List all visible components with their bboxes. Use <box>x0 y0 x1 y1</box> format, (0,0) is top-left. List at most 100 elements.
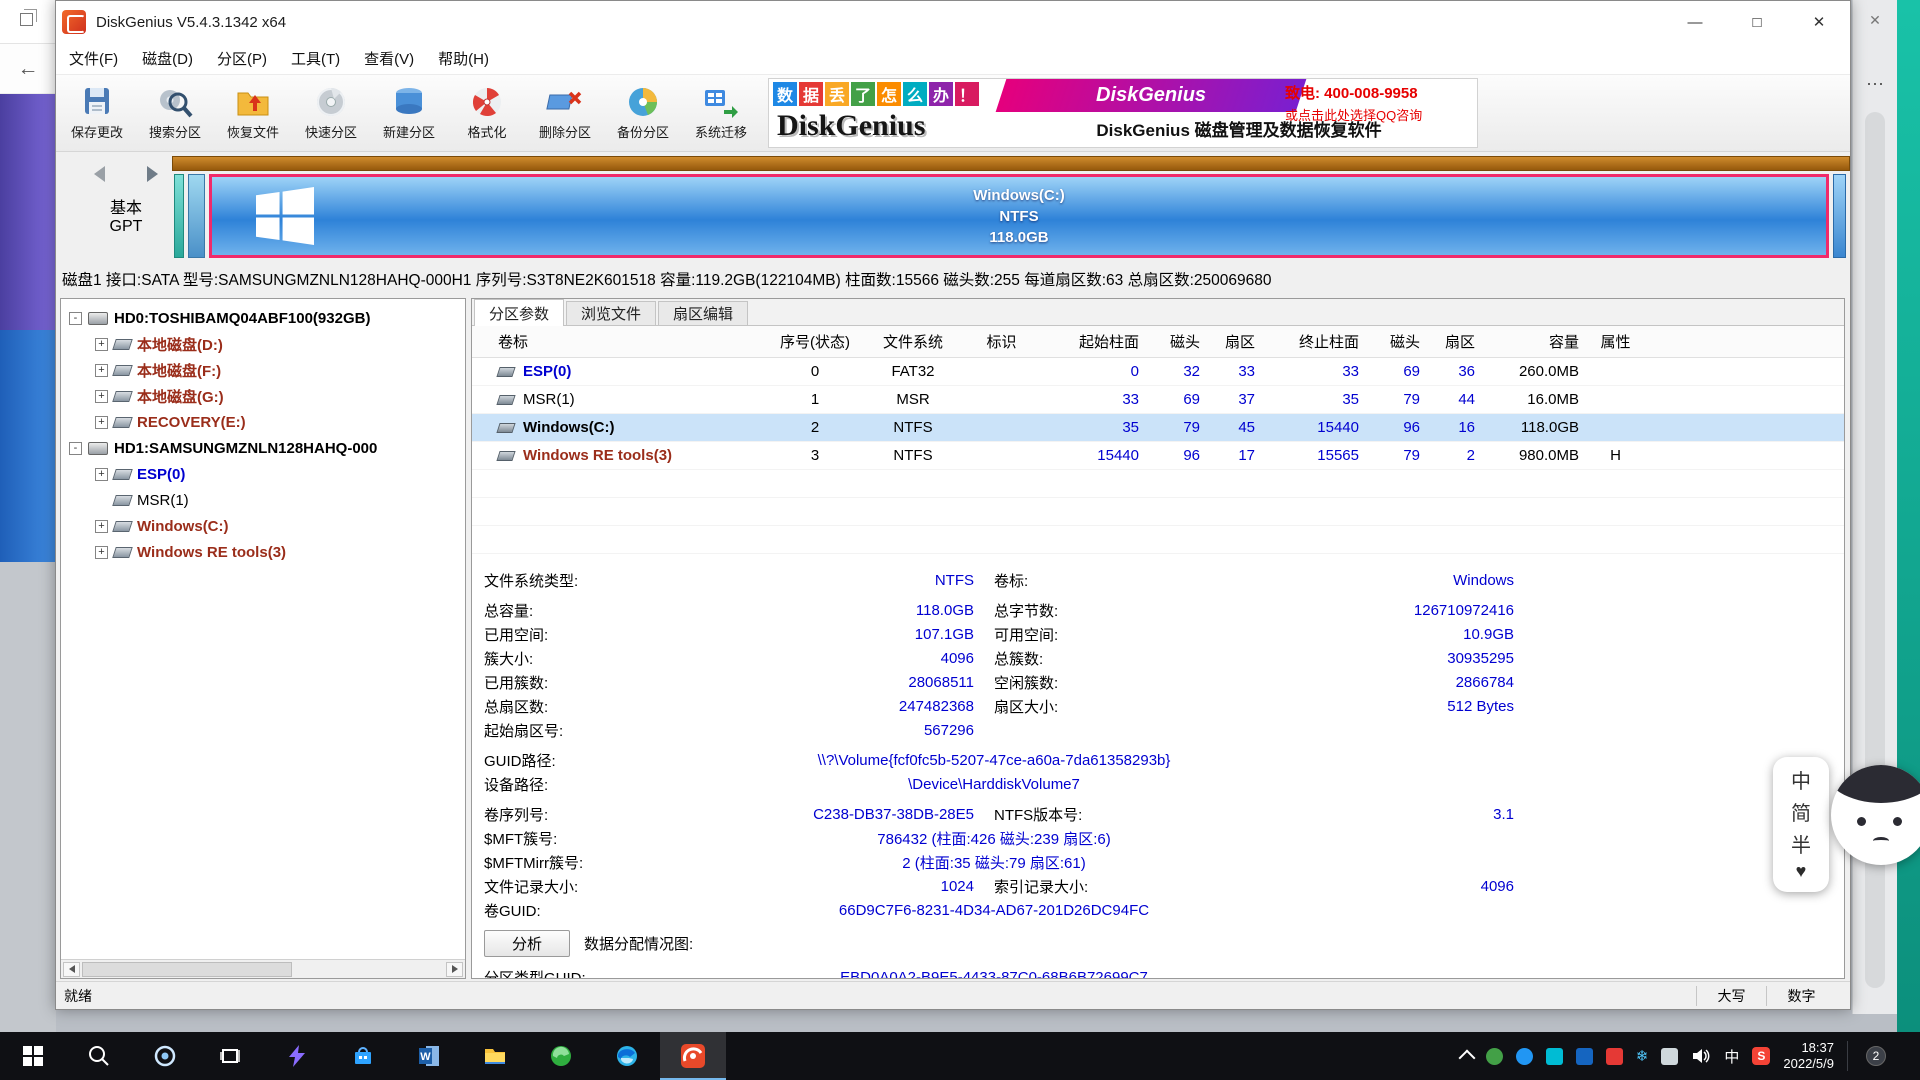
green-browser-button[interactable] <box>528 1032 594 1080</box>
tree-item-recovery-e[interactable]: + RECOVERY(E:) <box>61 409 465 435</box>
ime-status-box[interactable]: 中 简 半 ♥ <box>1773 757 1829 892</box>
tab-sector-edit[interactable]: 扇区编辑 <box>658 301 748 325</box>
tab-partition-params[interactable]: 分区参数 <box>474 299 564 326</box>
expand-toggle[interactable]: + <box>95 364 108 377</box>
menu-disk[interactable]: 磁盘(D) <box>130 44 205 73</box>
word-button[interactable]: W <box>396 1032 462 1080</box>
taskbar-search-button[interactable] <box>66 1032 132 1080</box>
new-partition-button[interactable]: 新建分区 <box>370 77 448 149</box>
scroll-left-button[interactable] <box>63 962 80 977</box>
save-changes-button[interactable]: 保存更改 <box>58 77 136 149</box>
qq-tray-icon[interactable] <box>1576 1048 1593 1065</box>
tree-item-windows-re[interactable]: + Windows RE tools(3) <box>61 539 465 565</box>
expand-toggle[interactable]: + <box>95 338 108 351</box>
tree-item-esp[interactable]: + ESP(0) <box>61 461 465 487</box>
cell-end-sector: 36 <box>1426 363 1481 380</box>
tree-item-local-f[interactable]: + 本地磁盘(F:) <box>61 357 465 383</box>
edge-button[interactable] <box>594 1032 660 1080</box>
tool-label: 格式化 <box>467 122 506 141</box>
recover-files-button[interactable]: 恢复文件 <box>214 77 292 149</box>
ime-mode-chinese[interactable]: 中 <box>1791 765 1811 794</box>
menu-tools[interactable]: 工具(T) <box>279 44 352 73</box>
backup-partition-button[interactable]: 备份分区 <box>604 77 682 149</box>
tree-item-hd0[interactable]: - HD0:TOSHIBAMQ04ABF100(932GB) <box>61 305 465 331</box>
menu-partition[interactable]: 分区(P) <box>205 44 279 73</box>
security-tray-icon[interactable] <box>1606 1048 1623 1065</box>
hidden-icons-chevron[interactable] <box>1458 1050 1475 1067</box>
browser-tray-icon[interactable] <box>1516 1048 1533 1065</box>
heart-icon: ♥ <box>1796 861 1807 882</box>
title-bar: DiskGenius V5.4.3.1342 x64 — □ ✕ <box>56 1 1850 43</box>
tree-item-hd1[interactable]: - HD1:SAMSUNGMZNLN128HAHQ-000 <box>61 435 465 461</box>
expand-toggle[interactable]: + <box>95 390 108 403</box>
partition-row-windows-c[interactable]: Windows(C:) 2 NTFS 35 79 45 15440 96 16 … <box>472 414 1844 442</box>
scroll-right-button[interactable] <box>446 962 463 977</box>
task-view-button[interactable] <box>198 1032 264 1080</box>
close-button[interactable]: ✕ <box>1788 1 1850 43</box>
expand-toggle[interactable]: + <box>95 468 108 481</box>
search-partition-button[interactable]: 搜索分区 <box>136 77 214 149</box>
antivirus-tray-icon[interactable] <box>1486 1048 1503 1065</box>
partition-row-windows-re[interactable]: Windows RE tools(3) 3 NTFS 15440 96 17 1… <box>472 442 1844 470</box>
scroll-right-icon <box>452 965 458 973</box>
next-disk-icon[interactable] <box>147 166 158 182</box>
collapse-toggle[interactable]: - <box>69 312 82 325</box>
partition-bar-windows-c[interactable]: Windows(C:) NTFS 118.0GB <box>209 174 1829 258</box>
expand-toggle[interactable]: + <box>95 416 108 429</box>
snowflake-tray-icon[interactable]: ❄ <box>1636 1047 1649 1065</box>
ms-store-button[interactable] <box>330 1032 396 1080</box>
partition-row-msr[interactable]: MSR(1) 1 MSR 33 69 37 35 79 44 16.0MB <box>472 386 1844 414</box>
background-back-button[interactable]: ← <box>0 44 56 94</box>
tree-item-label: Windows RE tools(3) <box>137 544 286 561</box>
file-explorer-button[interactable] <box>462 1032 528 1080</box>
ad-banner[interactable]: 数 据 丢 了 怎 么 办 ！ DiskGenius DiskGenius 致电… <box>768 78 1478 148</box>
scroll-thumb[interactable] <box>82 962 292 977</box>
tree-horizontal-scrollbar[interactable] <box>61 959 465 978</box>
cortana-button[interactable] <box>132 1032 198 1080</box>
diskgenius-taskbar-button[interactable] <box>660 1032 726 1080</box>
netdisk-tray-icon[interactable] <box>1546 1048 1563 1065</box>
cell-end-head: 96 <box>1365 419 1426 436</box>
detail-row: GUID路径: \\?\Volume{fcf0fc5b-5207-47ce-a6… <box>484 748 1844 772</box>
maximize-button[interactable]: □ <box>1726 1 1788 43</box>
menu-file[interactable]: 文件(F) <box>57 44 130 73</box>
detail-label: GUID路径: <box>484 750 724 771</box>
collapse-toggle[interactable]: - <box>69 442 82 455</box>
power-tray-icon[interactable] <box>1661 1048 1678 1065</box>
tree-item-local-g[interactable]: + 本地磁盘(G:) <box>61 383 465 409</box>
minimize-button[interactable]: — <box>1664 1 1726 43</box>
tab-browse-files[interactable]: 浏览文件 <box>566 301 656 325</box>
tree-item-msr[interactable]: MSR(1) <box>61 487 465 513</box>
sogou-tray-icon[interactable]: S <box>1752 1047 1770 1065</box>
action-center-button[interactable]: 2 <box>1861 1041 1891 1071</box>
taskbar-clock[interactable]: 18:37 2022/5/9 <box>1783 1040 1834 1072</box>
quick-partition-icon <box>312 85 350 119</box>
format-button[interactable]: 格式化 <box>448 77 526 149</box>
delete-partition-button[interactable]: 删除分区 <box>526 77 604 149</box>
ime-indicator[interactable]: 中 <box>1724 1046 1739 1067</box>
tree-item-windows-c[interactable]: + Windows(C:) <box>61 513 465 539</box>
menu-view[interactable]: 查看(V) <box>352 44 426 73</box>
thunder-app-button[interactable] <box>264 1032 330 1080</box>
expand-toggle[interactable]: + <box>95 546 108 559</box>
partition-row-esp[interactable]: ESP(0) 0 FAT32 0 32 33 33 69 36 260.0MB <box>472 358 1844 386</box>
ime-mode-simplified[interactable]: 简 <box>1791 797 1811 826</box>
partition-icon <box>112 469 133 480</box>
partition-bar-re-tools[interactable] <box>1833 174 1846 258</box>
volume-icon[interactable] <box>1691 1046 1711 1066</box>
expand-toggle[interactable]: + <box>95 520 108 533</box>
ime-mode-halfwidth[interactable]: 半 <box>1791 829 1811 858</box>
partition-bar-msr[interactable] <box>188 174 205 258</box>
scroll-track[interactable] <box>82 962 444 977</box>
diskgenius-logo-icon <box>62 10 86 34</box>
quick-partition-button[interactable]: 快速分区 <box>292 77 370 149</box>
analyze-button[interactable]: 分析 <box>484 930 570 957</box>
start-button[interactable] <box>0 1032 66 1080</box>
system-migrate-button[interactable]: 系统迁移 <box>682 77 760 149</box>
partition-bar-esp[interactable] <box>174 174 184 258</box>
tree-item-local-d[interactable]: + 本地磁盘(D:) <box>61 331 465 357</box>
disk-capacity-strip[interactable] <box>172 156 1850 171</box>
cell-capacity: 980.0MB <box>1481 447 1585 464</box>
menu-help[interactable]: 帮助(H) <box>426 44 501 73</box>
prev-disk-icon[interactable] <box>94 166 105 182</box>
